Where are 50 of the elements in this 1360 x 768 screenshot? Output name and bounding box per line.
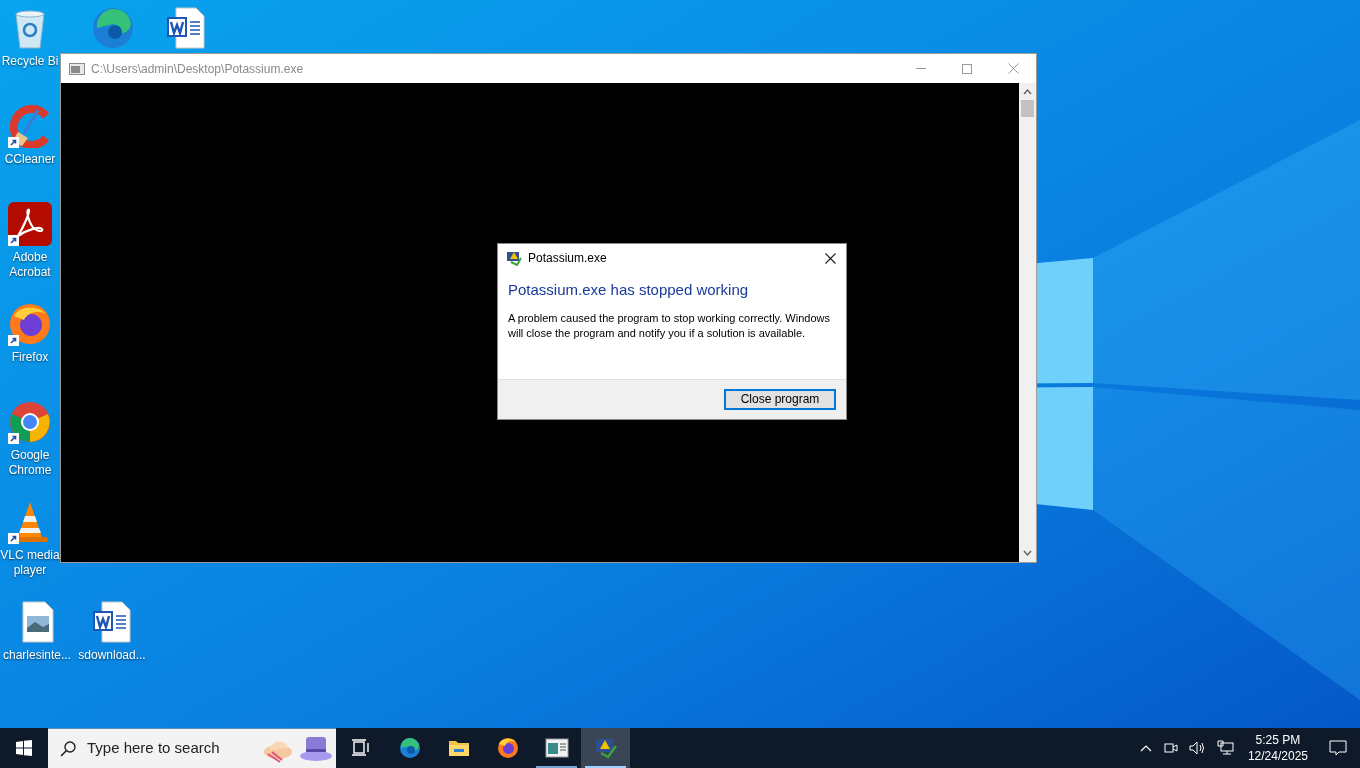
notification-icon xyxy=(1329,740,1347,756)
firefox-icon xyxy=(495,736,520,760)
close-program-button[interactable]: Close program xyxy=(724,389,836,410)
clock-time: 5:25 PM xyxy=(1255,732,1301,748)
clock-date: 12/24/2025 xyxy=(1247,748,1308,764)
console-icon xyxy=(69,62,85,75)
search-field[interactable]: Type here to search xyxy=(48,728,336,768)
dialog-title: Potassium.exe xyxy=(528,250,607,267)
dialog-message: A problem caused the program to stop working correctly. Windows will close the program and notify you if a solution is available. xyxy=(508,311,831,341)
minimize-icon xyxy=(916,68,926,69)
dialog-heading: Potassium.exe has stopped working xyxy=(508,280,750,300)
pdf-app-icon xyxy=(8,202,52,246)
desktop-icon-label[interactable]: charlesinte... xyxy=(2,648,71,663)
scrollbar-thumb[interactable] xyxy=(1021,100,1034,117)
monitor-warning-icon xyxy=(593,736,618,760)
running-indicator xyxy=(536,766,577,768)
chevron-up-icon[interactable] xyxy=(1139,744,1152,752)
search-icon xyxy=(60,740,76,757)
app-window-icon xyxy=(544,736,569,760)
desktop-icon-label[interactable]: VLC media player xyxy=(0,548,60,578)
desktop-icon-label[interactable]: Recycle Bi xyxy=(1,54,59,69)
desktop-icon-label[interactable]: Firefox xyxy=(11,350,49,365)
desktop-icon-label[interactable]: sdownload... xyxy=(78,648,146,663)
running-indicator xyxy=(585,766,626,768)
chrome-icon xyxy=(8,400,52,444)
shortcut-arrow-icon xyxy=(8,335,19,346)
network-icon[interactable] xyxy=(1216,740,1235,756)
edge-icon xyxy=(397,736,422,760)
shortcut-arrow-icon xyxy=(8,235,19,246)
close-icon xyxy=(1007,63,1019,74)
windows-logo-icon xyxy=(16,740,32,756)
search-input[interactable]: Type here to search xyxy=(87,737,252,760)
monitor-warning-icon xyxy=(506,250,522,266)
firefox-icon xyxy=(8,302,52,346)
camera-icon[interactable] xyxy=(1162,740,1179,756)
window-title: C:\Users\admin\Desktop\Potassium.exe xyxy=(91,60,304,78)
shortcut-arrow-icon xyxy=(8,137,19,148)
edge-icon xyxy=(90,6,135,50)
word-document-icon xyxy=(90,600,134,644)
speaker-icon[interactable] xyxy=(1188,740,1207,756)
desktop-icon-label[interactable]: Google Chrome xyxy=(0,448,60,478)
ccleaner-icon xyxy=(8,104,52,148)
maximize-icon xyxy=(962,63,972,74)
close-icon xyxy=(824,252,836,264)
taskbar-app-button[interactable] xyxy=(581,728,630,768)
clock[interactable]: 5:25 PM 12/24/2025 xyxy=(1239,732,1316,764)
desktop-icon-label[interactable]: CCleaner xyxy=(4,152,56,167)
desktop-icon-label[interactable]: Adobe Acrobat xyxy=(0,250,60,280)
shortcut-arrow-icon xyxy=(8,433,19,444)
shortcut-arrow-icon xyxy=(8,533,19,544)
